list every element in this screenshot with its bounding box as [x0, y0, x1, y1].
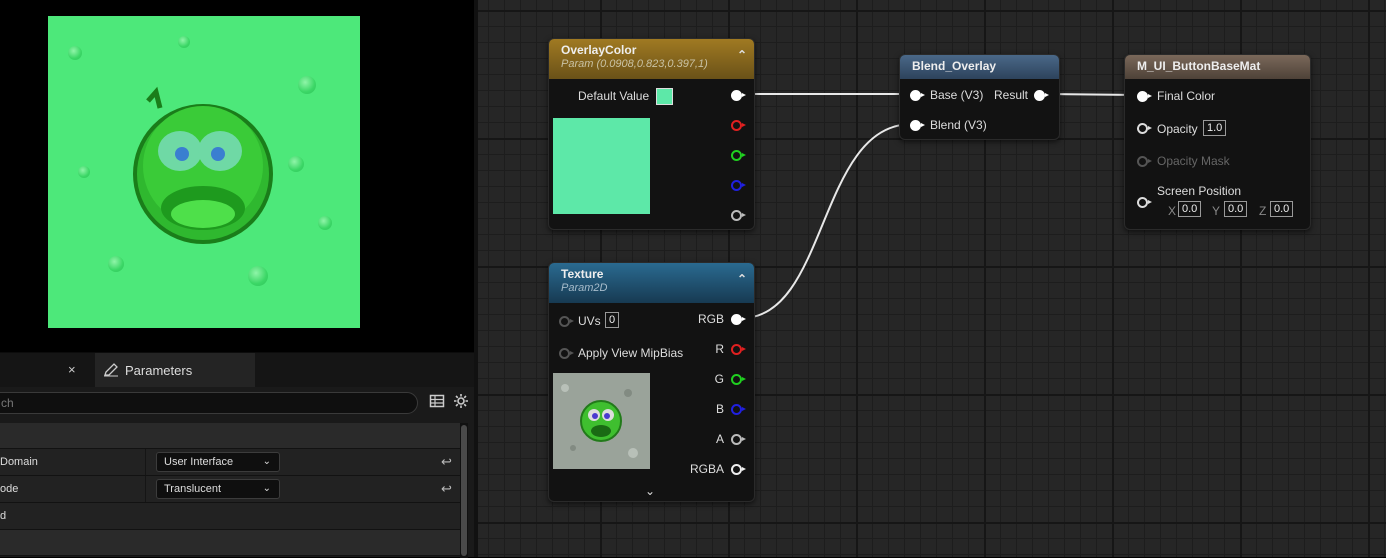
- expand-chevron-icon[interactable]: ⌄: [645, 484, 655, 498]
- dropdown-value: User Interface: [164, 456, 234, 468]
- b-output-pin[interactable]: [731, 404, 746, 415]
- uvs-label: UVs: [578, 314, 601, 328]
- details-tab-bar: × Parameters: [0, 353, 474, 387]
- blend-input-label: Blend (V3): [930, 118, 987, 132]
- uvs-value-field[interactable]: 0: [605, 312, 620, 328]
- blend-overlay-node[interactable]: Blend_Overlay Base (V3) Result Blend (V3…: [899, 54, 1060, 140]
- rgb-output-pin[interactable]: [731, 314, 746, 325]
- mipbias-label: Apply View MipBias: [578, 346, 684, 360]
- default-value-label: Default Value: [578, 89, 650, 103]
- opacity-label: Opacity: [1157, 122, 1198, 136]
- r-output-pin[interactable]: [731, 120, 746, 131]
- node-header[interactable]: OverlayColor Param (0.0908,0.823,0.397,1…: [549, 39, 754, 79]
- opacity-mask-label: Opacity Mask: [1157, 154, 1230, 168]
- b-output-pin[interactable]: [731, 180, 746, 191]
- result-output-label: Result: [994, 88, 1029, 102]
- rgb-output-pin[interactable]: [731, 90, 746, 101]
- tab-parameters-label: Parameters: [125, 362, 193, 378]
- x-value-field[interactable]: 0.0: [1178, 201, 1202, 217]
- pencil-icon: [104, 363, 118, 377]
- column-divider[interactable]: [145, 476, 146, 502]
- scrollbar-thumb[interactable]: [461, 425, 467, 556]
- property-label: ode: [0, 483, 19, 495]
- final-color-label: Final Color: [1157, 89, 1216, 103]
- x-label: X: [1168, 204, 1177, 218]
- mipbias-input-pin[interactable]: [559, 348, 574, 359]
- r-output-label: R: [715, 342, 724, 356]
- screen-position-label: Screen Position: [1157, 184, 1242, 198]
- node-subtitle: Param2D: [561, 282, 608, 294]
- close-tab-icon[interactable]: ×: [68, 362, 76, 377]
- opacity-input-pin[interactable]: [1137, 123, 1152, 134]
- b-output-label: B: [715, 402, 724, 416]
- base-input-label: Base (V3): [930, 88, 984, 102]
- node-title: Texture: [561, 267, 604, 281]
- settings-gear-icon[interactable]: [453, 393, 469, 409]
- property-label: d: [0, 510, 7, 522]
- final-color-input-pin[interactable]: [1137, 91, 1152, 102]
- g-output-label: G: [714, 372, 724, 386]
- material-domain-dropdown[interactable]: User Interface ⌄: [156, 452, 280, 472]
- z-label: Z: [1259, 204, 1267, 218]
- node-header[interactable]: Blend_Overlay: [900, 55, 1059, 79]
- property-label: Domain: [0, 456, 38, 468]
- column-divider[interactable]: [145, 449, 146, 475]
- chevron-down-icon: ⌄: [262, 483, 271, 494]
- screen-position-input-pin[interactable]: [1137, 197, 1152, 208]
- node-title: M_UI_ButtonBaseMat: [1137, 59, 1261, 73]
- texture-param-node[interactable]: Texture Param2D ⌃ UVs 0 Apply View MipBi…: [548, 262, 755, 502]
- table-view-icon[interactable]: [429, 393, 445, 409]
- opacity-mask-input-pin: [1137, 156, 1152, 167]
- node-title: OverlayColor: [561, 43, 637, 57]
- search-input[interactable]: ch: [0, 392, 418, 414]
- node-header[interactable]: M_UI_ButtonBaseMat: [1125, 55, 1310, 79]
- opacity-value-field[interactable]: 1.0: [1203, 120, 1227, 136]
- node-title: Blend_Overlay: [912, 59, 997, 73]
- collapse-chevron-icon[interactable]: ⌃: [737, 48, 747, 62]
- rgba-output-label: RGBA: [689, 462, 724, 476]
- result-output-pin[interactable]: [1034, 90, 1049, 101]
- tab-parameters[interactable]: Parameters: [95, 353, 255, 387]
- material-graph-canvas[interactable]: OverlayColor Param (0.0908,0.823,0.397,1…: [474, 0, 1386, 557]
- preview-face-icon: [133, 86, 273, 244]
- a-output-label: A: [715, 432, 724, 446]
- reset-to-default-icon[interactable]: ↩: [441, 481, 452, 497]
- a-output-pin[interactable]: [731, 210, 746, 221]
- dropdown-value: Translucent: [164, 483, 222, 495]
- details-scrollbar[interactable]: [460, 423, 468, 558]
- collapse-chevron-icon[interactable]: ⌃: [737, 272, 747, 286]
- details-panel: × Parameters ch Domain User Interface ⌄ ↩…: [0, 352, 474, 558]
- material-preview-viewport[interactable]: [0, 0, 474, 352]
- node-header[interactable]: Texture Param2D ⌃: [549, 263, 754, 303]
- g-output-pin[interactable]: [731, 150, 746, 161]
- y-value-field[interactable]: 0.0: [1224, 201, 1248, 217]
- default-value-swatch[interactable]: [656, 88, 673, 105]
- category-header-row[interactable]: [0, 530, 460, 556]
- rgb-output-label: RGB: [697, 312, 724, 326]
- base-input-pin[interactable]: [910, 90, 925, 101]
- property-row-shading: d: [0, 503, 460, 530]
- node-subtitle: Param (0.0908,0.823,0.397,1): [561, 58, 708, 70]
- chevron-down-icon: ⌄: [262, 456, 271, 467]
- color-preview: [553, 118, 650, 214]
- property-row-blend-mode: ode Translucent ⌄ ↩: [0, 476, 460, 503]
- reset-to-default-icon[interactable]: ↩: [441, 454, 452, 470]
- material-result-node[interactable]: M_UI_ButtonBaseMat Final Color Opacity 1…: [1124, 54, 1311, 230]
- category-header-row[interactable]: [0, 423, 460, 449]
- uvs-input-pin[interactable]: [559, 316, 574, 327]
- overlay-color-node[interactable]: OverlayColor Param (0.0908,0.823,0.397,1…: [548, 38, 755, 230]
- property-row-domain: Domain User Interface ⌄ ↩: [0, 449, 460, 476]
- r-output-pin[interactable]: [731, 344, 746, 355]
- blend-mode-dropdown[interactable]: Translucent ⌄: [156, 479, 280, 499]
- rgba-output-pin[interactable]: [731, 464, 746, 475]
- blend-input-pin[interactable]: [910, 120, 925, 131]
- preview-image: [48, 16, 360, 328]
- texture-thumbnail: [553, 373, 650, 469]
- g-output-pin[interactable]: [731, 374, 746, 385]
- y-label: Y: [1212, 204, 1221, 218]
- a-output-pin[interactable]: [731, 434, 746, 445]
- z-value-field[interactable]: 0.0: [1270, 201, 1294, 217]
